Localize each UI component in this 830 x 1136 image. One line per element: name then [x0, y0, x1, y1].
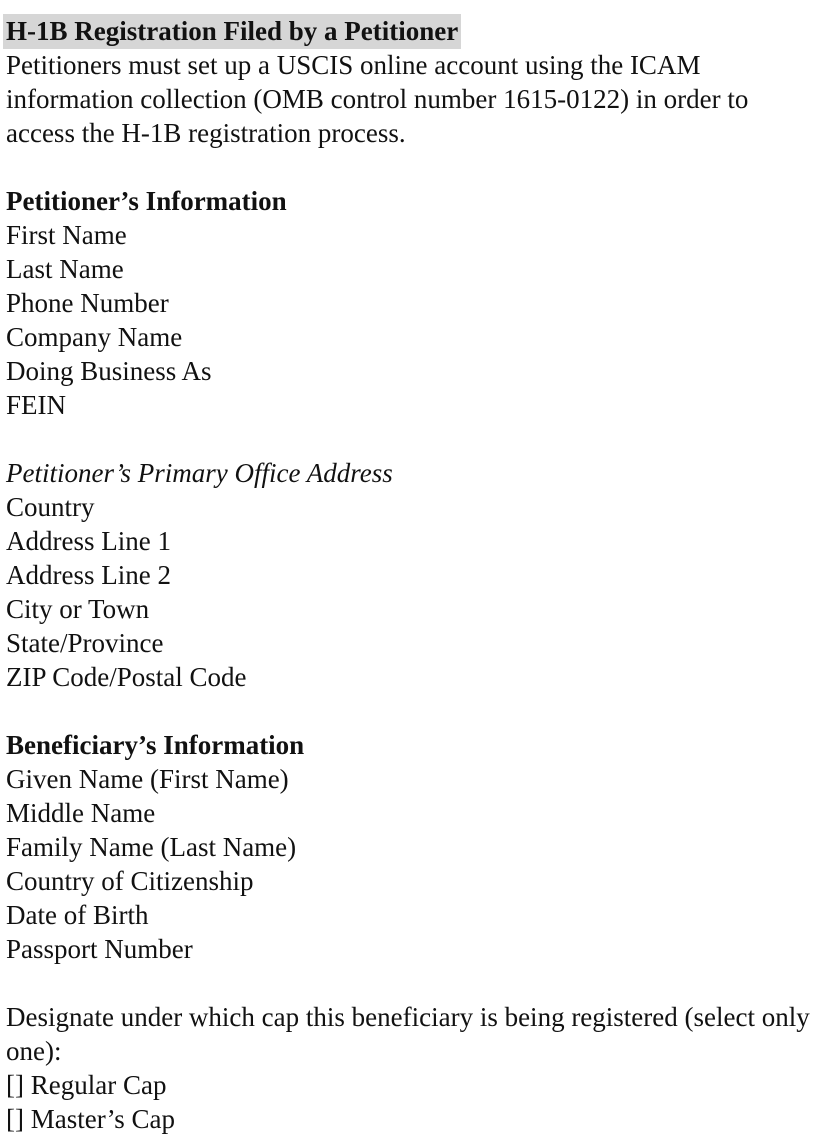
- field-label-doing-business-as: Doing Business As: [6, 356, 212, 386]
- checkbox-option-masters-cap[interactable]: [] Master’s Cap: [6, 1102, 830, 1136]
- field-label-first-name: First Name: [6, 220, 127, 250]
- field-label-address-line-2: Address Line 2: [6, 560, 171, 590]
- field-label-last-name: Last Name: [6, 254, 124, 284]
- checkbox-icon[interactable]: []: [6, 1104, 24, 1134]
- field-label-passport-number: Passport Number: [6, 934, 193, 964]
- field-label-family-name: Family Name (Last Name): [6, 832, 297, 862]
- field-label-fein: FEIN: [6, 390, 66, 420]
- petitioner-address-field-list: Country Address Line 1 Address Line 2 Ci…: [6, 490, 830, 694]
- petitioner-address-section-heading: Petitioner’s Primary Office Address: [6, 458, 393, 488]
- checkbox-option-label: Master’s Cap: [30, 1104, 175, 1134]
- intro-paragraph: Petitioners must set up a USCIS online a…: [6, 50, 749, 148]
- checkbox-option-regular-cap[interactable]: [] Regular Cap: [6, 1068, 830, 1102]
- checkbox-icon[interactable]: []: [6, 1070, 24, 1100]
- field-label-phone-number: Phone Number: [6, 288, 169, 318]
- checkbox-option-label: Regular Cap: [30, 1070, 167, 1100]
- checkbox-label-masters-cap: [24, 1104, 31, 1134]
- field-label-address-line-1: Address Line 1: [6, 526, 171, 556]
- field-label-city-or-town: City or Town: [6, 594, 150, 624]
- cap-designation-prompt: Designate under which cap this beneficia…: [6, 1002, 810, 1066]
- field-label-company-name: Company Name: [6, 322, 183, 352]
- field-label-country-of-citizenship: Country of Citizenship: [6, 866, 254, 896]
- petitioner-field-list: First Name Last Name Phone Number Compan…: [6, 218, 830, 422]
- field-label-state-province: State/Province: [6, 628, 164, 658]
- field-label-country: Country: [6, 492, 95, 522]
- page-title-highlight: H-1B Registration Filed by a Petitioner: [3, 14, 462, 49]
- field-label-date-of-birth: Date of Birth: [6, 900, 149, 930]
- document-content: H-1B Registration Filed by a Petitioner …: [3, 14, 830, 1136]
- page-title: H-1B Registration Filed by a Petitioner: [3, 14, 830, 49]
- field-label-given-name: Given Name (First Name): [6, 764, 289, 794]
- field-label-zip-postal-code: ZIP Code/Postal Code: [6, 662, 247, 692]
- checkbox-label-regular-cap: [24, 1070, 31, 1100]
- beneficiary-section-heading: Beneficiary’s Information: [6, 730, 305, 760]
- petitioner-section-heading: Petitioner’s Information: [6, 186, 287, 216]
- document-page: H-1B Registration Filed by a Petitioner …: [0, 0, 830, 1136]
- field-label-middle-name: Middle Name: [6, 798, 156, 828]
- beneficiary-field-list: Given Name (First Name) Middle Name Fami…: [6, 762, 830, 966]
